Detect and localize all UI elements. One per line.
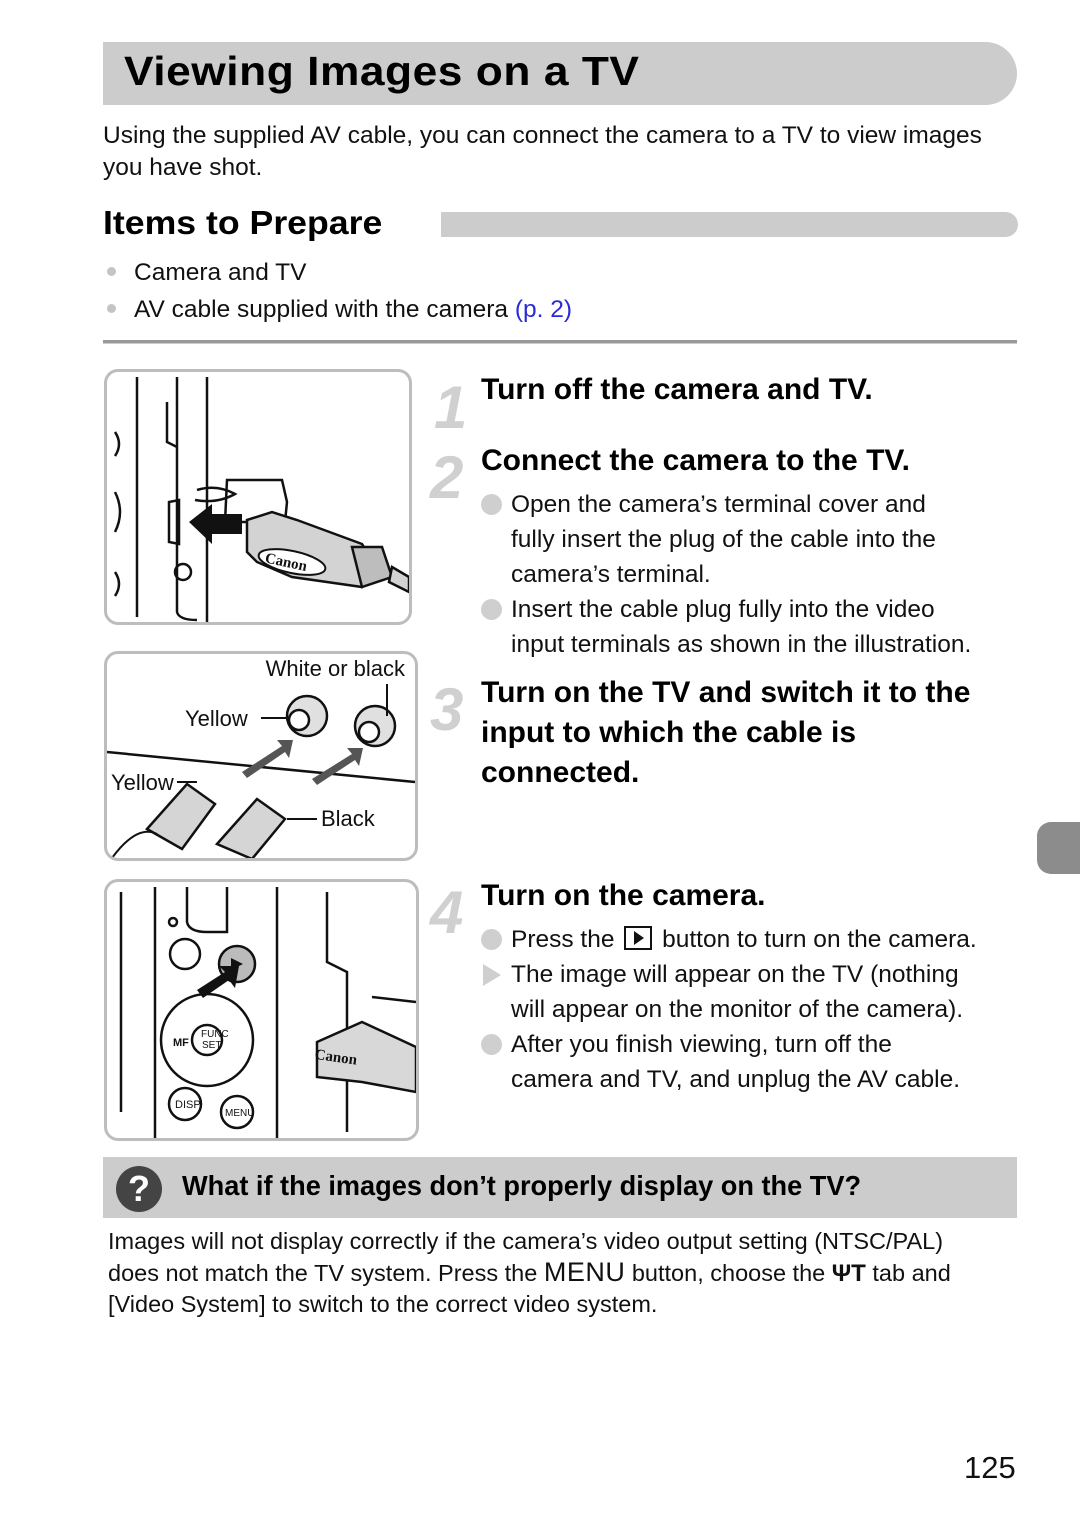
tip-title: What if the images don’t properly displa… [182, 1170, 862, 1201]
label-black-plug: Black [321, 806, 376, 831]
illustration-tv-connectors: White or black Yellow Yellow Black [104, 651, 418, 861]
section-bar [441, 212, 1018, 237]
intro-text: Using the supplied AV cable, you can con… [103, 122, 982, 181]
step-number-1: 1 [434, 374, 468, 441]
list-item: Insert the cable plug fully into the vid… [481, 592, 971, 662]
label-yellow-jack: Yellow [185, 706, 248, 731]
illustration-camera-buttons: FUNC SET DISP. MENU MF Canon [104, 879, 419, 1141]
list-item: The image will appear on the TV (nothing… [481, 957, 977, 1027]
step-number-2: 2 [430, 444, 464, 511]
list-item: Open the camera’s terminal cover and ful… [481, 487, 971, 592]
func-label: FUNC [201, 1029, 229, 1040]
disp-label: DISP. [175, 1099, 202, 1111]
bullet-dot-icon [107, 304, 116, 313]
list-item: After you finish viewing, turn off the c… [481, 1027, 977, 1097]
result-arrow-icon [483, 964, 501, 986]
page-number: 125 [964, 1450, 1016, 1485]
list-item: Camera and TV [103, 254, 1003, 291]
bullet-circle-icon [481, 929, 502, 950]
playback-button-icon [624, 926, 653, 950]
step-3-title: Turn on the TV and switch it to the inpu… [481, 676, 971, 789]
bullet-dot-icon [107, 267, 116, 276]
label-white-or-black: White or black [266, 656, 406, 681]
divider [103, 340, 1017, 344]
label-yellow-plug: Yellow [111, 770, 174, 795]
list-item: Press the button to turn on the camera. [481, 922, 977, 957]
tip-body: Images will not display correctly if the… [108, 1228, 951, 1317]
bullet-circle-icon [481, 1034, 502, 1055]
set-label: SET [202, 1040, 221, 1051]
setup-tab-icon: ΨΤ [831, 1260, 866, 1287]
menu-button-word: MENU [543, 1257, 626, 1287]
step-number-4: 4 [430, 879, 464, 946]
section-heading-items-to-prepare: Items to Prepare [103, 204, 383, 241]
step-2-title: Connect the camera to the TV. [481, 444, 910, 477]
bullet-circle-icon [481, 599, 502, 620]
step-number-3: 3 [430, 676, 464, 743]
prepare-list: Camera and TV AV cable supplied with the… [103, 254, 1003, 328]
step-4-title: Turn on the camera. [481, 879, 766, 912]
menu-button-label: MENU [225, 1108, 254, 1119]
bullet-circle-icon [481, 494, 502, 515]
step-4-bullets: Press the button to turn on the camera. … [481, 922, 977, 1097]
page-reference-link[interactable]: (p. 2) [515, 296, 572, 323]
page-title: Viewing Images on a TV [124, 48, 640, 94]
question-icon: ? [116, 1166, 162, 1212]
mf-label: MF [173, 1037, 189, 1049]
illustration-camera-terminal: Canon [104, 369, 412, 625]
chapter-side-tab [1037, 822, 1080, 874]
list-item: AV cable supplied with the camera (p. 2) [103, 291, 1003, 328]
step-2-bullets: Open the camera’s terminal cover and ful… [481, 487, 971, 662]
step-1-title: Turn off the camera and TV. [481, 373, 873, 406]
